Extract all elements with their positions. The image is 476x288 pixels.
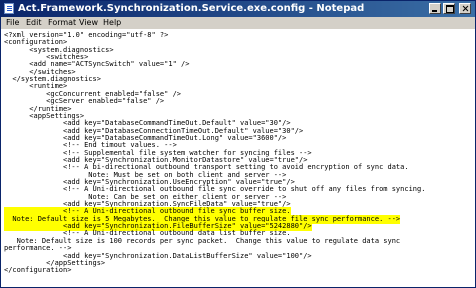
menu-format[interactable]: Format — [48, 18, 76, 28]
maximize-button[interactable] — [443, 3, 455, 14]
minimize-button[interactable] — [429, 3, 441, 14]
menu-file[interactable]: File — [6, 18, 19, 28]
notepad-icon[interactable] — [4, 3, 14, 14]
notepad-window: Act.Framework.Synchronization.Service.ex… — [0, 0, 476, 288]
menu-edit[interactable]: Edit — [26, 18, 42, 28]
window-title: Act.Framework.Synchronization.Service.ex… — [18, 3, 365, 14]
text-editor[interactable]: <?xml version="1.0" encoding="utf-8" ?> <… — [1, 29, 475, 287]
menu-help[interactable]: Help — [103, 18, 121, 28]
close-button[interactable] — [459, 3, 471, 14]
editor-line: </configuration> — [4, 266, 72, 275]
title-bar[interactable]: Act.Framework.Synchronization.Service.ex… — [1, 1, 475, 17]
menu-view[interactable]: View — [79, 18, 98, 28]
menu-bar: File Edit Format View Help — [1, 17, 475, 29]
